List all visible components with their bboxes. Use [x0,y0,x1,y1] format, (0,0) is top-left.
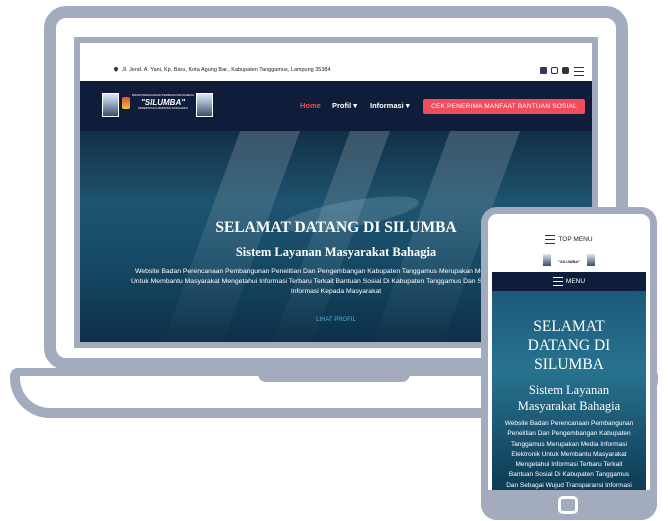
mobile-hero-title: SELAMAT DATANG DI SILUMBA [492,317,646,374]
nav-profil[interactable]: Profil ▾ [332,101,357,110]
regency-emblem-icon [122,97,130,109]
laptop-notch [258,368,410,382]
mobile-hero-desc-line: Dan Sebagai Wujud Transparansi Informasi [506,481,632,489]
mobile-screen: TOP MENU "SILUMBA" MENU SELAMAT DATANG D… [492,230,646,490]
mobile-hero-subtitle-line-2: Masyarakat Bahagia [517,399,621,413]
mobile-hero-desc: Website Badan Perencanaan Pembangunan Pen… [492,419,646,490]
mobile-logo-name[interactable]: "SILUMBA" [552,259,586,264]
mobile-logo-bar: "SILUMBA" [492,250,646,272]
mobile-hero-desc-line: Penelitian Dan Pengembangan Kabupaten [507,430,631,438]
official-photo-right [196,93,213,117]
official-photo-right [587,254,595,266]
mobile-hero: SELAMAT DATANG DI SILUMBA Sistem Layanan… [492,291,646,490]
mobile-hero-desc-line: Mengetahui Informasi Terbaru Terkait [515,461,623,469]
official-photo-left [543,254,551,266]
phone-home-button [558,496,578,514]
mobile-hero-subtitle: Sistem Layanan Masyarakat Bahagia [492,382,646,414]
facebook-icon[interactable] [540,67,547,74]
official-photo-left [102,93,119,117]
mobile-hero-title-line-1: SELAMAT [533,318,605,335]
mobile-hero-desc-line: Website Badan Perencanaan Pembangunan [504,420,634,427]
navbar: BADAN PERENCANAAN PEMBANGUNAN DAERAH "SI… [80,81,592,131]
mobile-hero-desc-line: Elektronik Untuk Membantu Masyarakat [511,450,627,458]
nav-informasi[interactable]: Informasi ▾ [370,101,410,110]
site-logo[interactable]: BADAN PERENCANAAN PEMBANGUNAN DAERAH "SI… [132,94,194,111]
logo-name: "SILUMBA" [140,98,186,107]
address: Jl. Jend. A. Yani, Kp. Baru, Kota Agung … [113,66,331,73]
map-pin-icon [113,66,119,72]
menu-icon[interactable] [574,67,587,76]
mobile-menu-bar[interactable]: MENU [492,272,646,291]
cek-penerima-button[interactable]: CEK PENERIMA MANFAAT BANTUAN SOSIAL [423,99,585,114]
logo-bottom-text: PEMERINTAH KABUPATEN TANGGAMUS [137,107,189,110]
youtube-icon[interactable] [562,67,569,74]
mobile-hero-subtitle-line-1: Sistem Layanan [528,383,610,397]
instagram-icon[interactable] [551,67,558,74]
mobile-hero-title-line-2: DATANG DI [527,337,611,354]
mobile-top-menu[interactable]: TOP MENU [492,230,646,251]
menu-icon [552,276,563,286]
top-menu-label: TOP MENU [558,236,593,243]
mobile-hero-desc-line: Bantuan Sosial Di Kabupaten Tanggamus [508,471,630,479]
nav-home[interactable]: Home [300,101,321,110]
address-text: Jl. Jend. A. Yani, Kp. Baru, Kota Agung … [122,67,331,73]
top-bar: Jl. Jend. A. Yani, Kp. Baru, Kota Agung … [80,43,592,81]
menu-label: MENU [565,278,586,285]
mobile-hero-desc-line: Tanggamus Merupakan Media Informasi [511,440,627,448]
mobile-hero-title-line-3: SILUMBA [534,356,604,373]
menu-icon [545,234,556,244]
